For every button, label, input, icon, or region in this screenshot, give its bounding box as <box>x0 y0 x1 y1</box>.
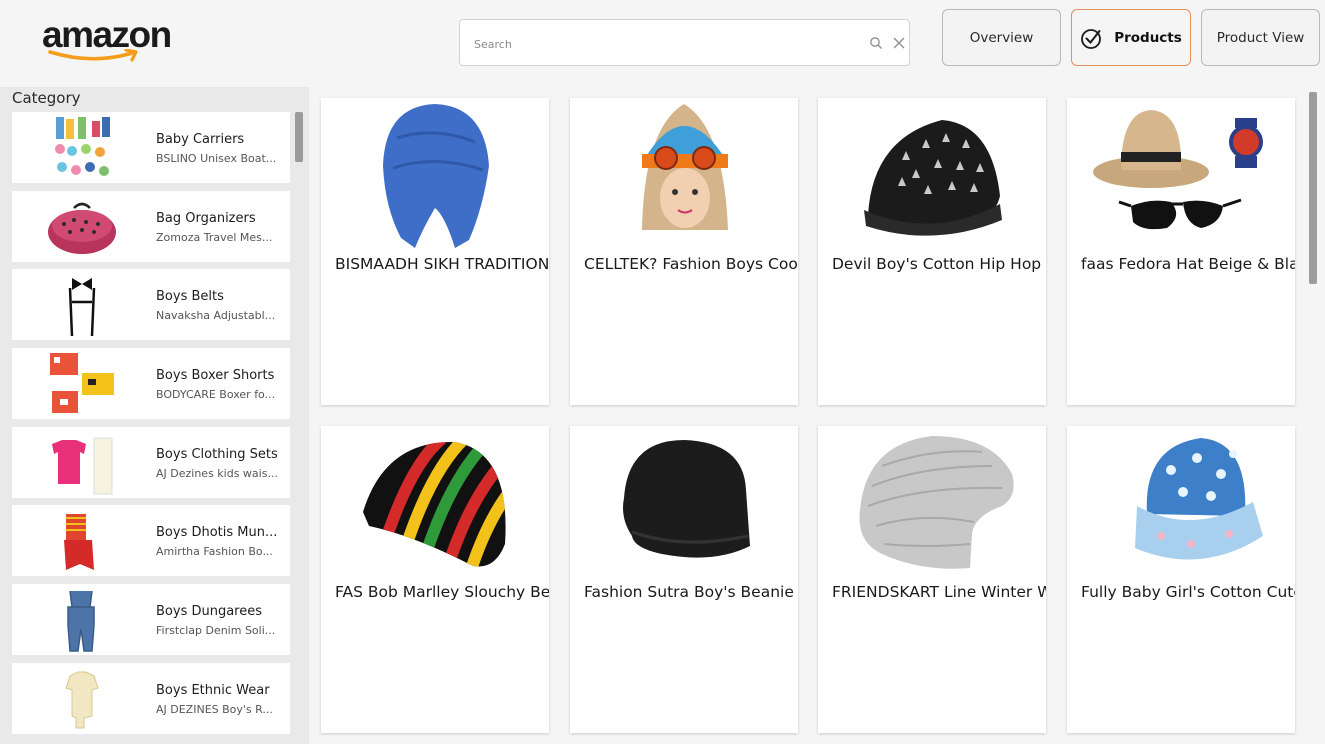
overview-button[interactable]: Overview <box>942 9 1061 66</box>
product-title: Devil Boy's Cotton Hip Hop C <box>832 255 1046 273</box>
category-title: Category <box>12 89 81 107</box>
category-sidebar: Category Baby Carriers BSLINO Unisex Boa… <box>0 87 309 744</box>
search-box[interactable] <box>459 19 910 66</box>
check-circle-icon <box>1081 28 1102 49</box>
baby-bucket-hat-image <box>1135 438 1263 560</box>
search-icon[interactable] <box>869 36 883 50</box>
product-card[interactable]: BISMAADH SIKH TRADITION <box>321 98 549 405</box>
product-title: faas Fedora Hat Beige & Blac <box>1081 255 1295 273</box>
shirt-set-image <box>52 437 113 495</box>
products-button[interactable]: Products <box>1071 9 1191 66</box>
products-label: Products <box>1114 29 1182 46</box>
socks-image <box>55 117 110 176</box>
grey-slouchy-beanie-image <box>859 436 1014 569</box>
product-title: BISMAADH SIKH TRADITION <box>335 255 549 273</box>
product-title: Fully Baby Girl's Cotton Cute <box>1081 583 1295 601</box>
category-list: Baby Carriers BSLINO Unisex Boat... Bag … <box>12 112 290 742</box>
black-beanie-image <box>623 440 750 558</box>
category-item[interactable]: Boys Belts Navaksha Adjustabl... <box>12 269 290 341</box>
sidebar-scrollbar[interactable] <box>295 112 303 162</box>
bra-case-image <box>48 202 116 254</box>
product-title: FAS Bob Marlley Slouchy Bea <box>335 583 549 601</box>
category-name: Boys Boxer Shorts <box>156 368 275 384</box>
category-name: Boys Belts <box>156 289 224 305</box>
amazon-logo[interactable]: amazon <box>42 15 182 67</box>
category-item[interactable]: Boys Clothing Sets AJ Dezines kids wais.… <box>12 426 290 498</box>
clear-icon[interactable] <box>892 36 906 50</box>
category-item[interactable]: Boys Ethnic Wear AJ DEZINES Boy's R... <box>12 662 290 734</box>
suspenders-image <box>68 278 96 337</box>
category-subtitle: AJ Dezines kids wais... <box>156 466 278 480</box>
category-name: Boys Ethnic Wear <box>156 682 270 698</box>
category-subtitle: Navaksha Adjustabl... <box>156 309 276 323</box>
product-card[interactable]: FRIENDSKART Line Winter W <box>818 426 1046 733</box>
category-item[interactable]: Boys Dhotis Mun... Amirtha Fashion Bo... <box>12 505 290 577</box>
category-item[interactable]: Baby Carriers BSLINO Unisex Boat... <box>12 112 290 183</box>
rasta-beanie-image <box>363 441 506 567</box>
product-view-button[interactable]: Product View <box>1201 9 1320 66</box>
category-subtitle: AJ DEZINES Boy's R... <box>156 702 273 716</box>
category-subtitle: Firstclap Denim Soli... <box>156 624 276 638</box>
category-item[interactable]: Bag Organizers Zomoza Travel Mes... <box>12 190 290 262</box>
category-subtitle: BODYCARE Boxer fo... <box>156 388 276 402</box>
product-card[interactable]: Fashion Sutra Boy's Beanie C <box>570 426 798 733</box>
product-title: Fashion Sutra Boy's Beanie C <box>584 583 798 601</box>
product-view-label: Product View <box>1216 29 1305 46</box>
category-subtitle: Amirtha Fashion Bo... <box>156 545 273 559</box>
search-input[interactable] <box>474 34 854 54</box>
category-item[interactable]: Boys Boxer Shorts BODYCARE Boxer fo... <box>12 348 290 420</box>
boxer-shorts-image <box>50 353 114 414</box>
fedora-combo-image <box>1093 110 1263 230</box>
main-scrollbar[interactable] <box>1309 92 1317 284</box>
category-subtitle: BSLINO Unisex Boat... <box>156 152 277 165</box>
dungarees-image <box>67 591 95 652</box>
product-card[interactable]: FAS Bob Marlley Slouchy Bea <box>321 426 549 733</box>
spiked-cap-image <box>864 120 1002 236</box>
product-title: FRIENDSKART Line Winter W <box>832 583 1046 601</box>
turban-image <box>383 104 489 248</box>
category-name: Baby Carriers <box>156 132 245 147</box>
category-name: Boys Dungarees <box>156 604 263 620</box>
category-name: Boys Clothing Sets <box>156 446 278 462</box>
category-name: Bag Organizers <box>156 210 256 226</box>
category-subtitle: Zomoza Travel Mes... <box>156 230 273 244</box>
product-card[interactable]: Fully Baby Girl's Cotton Cute <box>1067 426 1295 733</box>
product-card[interactable]: Devil Boy's Cotton Hip Hop C <box>818 98 1046 405</box>
category-item[interactable]: Boys Dungarees Firstclap Denim Soli... <box>12 584 290 656</box>
aviator-hat-child-image <box>642 104 728 230</box>
ethnic-wear-image <box>65 671 99 729</box>
product-card[interactable]: CELLTEK? Fashion Boys Cool <box>570 98 798 405</box>
overview-label: Overview <box>969 29 1034 46</box>
smile-arrow-icon <box>48 49 138 62</box>
category-name: Boys Dhotis Mun... <box>156 525 278 541</box>
dhoti-image <box>64 514 94 571</box>
product-title: CELLTEK? Fashion Boys Cool <box>584 255 798 273</box>
product-card[interactable]: faas Fedora Hat Beige & Blac <box>1067 98 1295 405</box>
